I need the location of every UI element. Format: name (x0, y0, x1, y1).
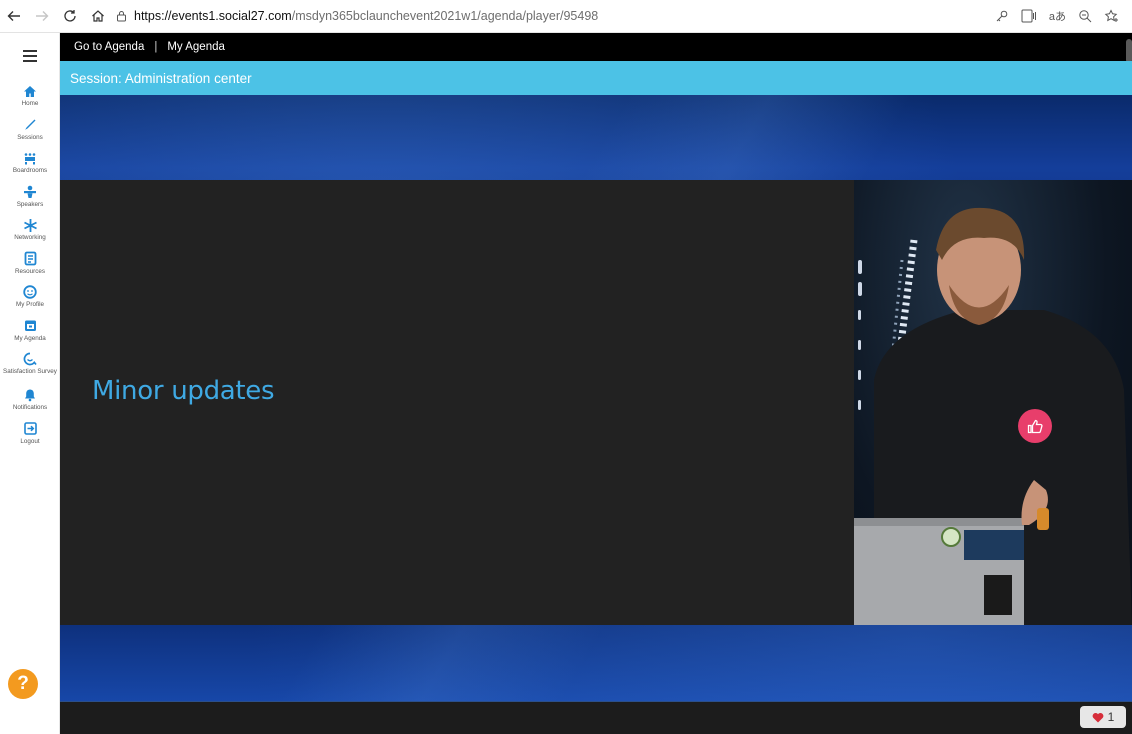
heart-count: 1 (1107, 710, 1115, 724)
sidebar-item-boardrooms[interactable]: Boardrooms (0, 148, 60, 182)
translate-icon[interactable]: aあ (1049, 8, 1066, 24)
browser-home-icon (92, 10, 104, 22)
left-sidebar: Home Sessions Boardrooms Speakers Networ… (0, 33, 60, 734)
heart-reaction-badge[interactable]: 1 (1080, 706, 1126, 728)
refresh-icon (64, 10, 76, 22)
nav-separator: | (154, 41, 158, 53)
home-button[interactable] (84, 2, 112, 30)
survey-icon (22, 351, 38, 367)
calendar-icon (22, 318, 38, 334)
logout-icon (22, 421, 38, 437)
sidebar-item-home[interactable]: Home (0, 81, 60, 115)
video-player[interactable]: Minor updates (60, 180, 1132, 625)
sidebar-nav: Home Sessions Boardrooms Speakers Networ… (0, 81, 60, 452)
forward-arrow-icon (36, 11, 49, 21)
url-host: https://events1.social27.com (134, 9, 292, 23)
like-button[interactable] (1018, 409, 1052, 443)
back-button[interactable] (0, 2, 28, 30)
sidebar-item-logout[interactable]: Logout (0, 419, 60, 453)
sidebar-item-notifications[interactable]: Notifications (0, 385, 60, 419)
networking-icon (22, 217, 38, 233)
address-bar[interactable]: https://events1.social27.com/msdyn365bcl… (116, 3, 985, 29)
sidebar-item-label: Boardrooms (12, 167, 48, 174)
profile-icon (22, 284, 38, 300)
sidebar-item-label: Speakers (16, 200, 44, 208)
sidebar-item-speakers[interactable]: Speakers (0, 182, 60, 216)
key-icon[interactable] (995, 9, 1009, 23)
refresh-button[interactable] (56, 2, 84, 30)
sidebar-item-networking[interactable]: Networking (0, 215, 60, 249)
menu-icon[interactable] (23, 50, 37, 62)
sidebar-item-my-agenda[interactable]: My Agenda (0, 316, 60, 350)
my-agenda-link[interactable]: My Agenda (167, 41, 225, 53)
lock-icon (116, 10, 127, 22)
sidebar-item-satisfaction-survey[interactable]: Satisfaction Survey (0, 349, 60, 385)
bell-icon (22, 387, 38, 403)
resources-icon (22, 251, 38, 267)
sidebar-item-label: Notifications (12, 404, 48, 411)
sidebar-item-label: Logout (20, 437, 40, 445)
sidebar-item-label: Sessions (17, 133, 43, 141)
speaker-camera-feed (854, 180, 1132, 625)
sidebar-item-sessions[interactable]: Sessions (0, 115, 60, 149)
pencil-icon (22, 117, 38, 133)
slide-title: Minor updates (92, 376, 275, 406)
back-arrow-icon (7, 11, 20, 21)
sidebar-item-my-profile[interactable]: My Profile (0, 282, 60, 316)
session-title-bar: Session: Administration center (60, 61, 1132, 95)
session-title: Session: Administration center (70, 70, 252, 86)
scrollbar[interactable] (1126, 39, 1132, 63)
sidebar-item-label: Networking (14, 234, 46, 241)
bottom-bar (60, 701, 1132, 734)
sidebar-item-label: Resources (14, 267, 46, 275)
sidebar-item-resources[interactable]: Resources (0, 249, 60, 283)
speaker-figure (854, 207, 1132, 625)
home-icon (22, 83, 38, 99)
go-to-agenda-link[interactable]: Go to Agenda (74, 41, 144, 53)
presentation-slide: Minor updates (60, 180, 854, 625)
browser-toolbar: https://events1.social27.com/msdyn365bcl… (0, 0, 1132, 33)
heart-icon (1092, 712, 1104, 722)
sidebar-item-label: Home (21, 100, 39, 107)
speaker-icon (22, 184, 38, 200)
boardroom-icon (22, 150, 38, 166)
help-button[interactable]: ? (8, 669, 38, 699)
sidebar-item-label: Satisfaction Survey (3, 368, 57, 375)
sidebar-item-label: My Agenda (14, 334, 46, 342)
sidebar-item-label: My Profile (16, 301, 44, 308)
zoom-icon[interactable] (1078, 9, 1092, 23)
top-nav-bar: Go to Agenda | My Agenda (60, 33, 1132, 61)
thumbs-up-icon (1027, 419, 1043, 433)
url-path: /msdyn365bclaunchevent2021w1/agenda/play… (291, 9, 599, 23)
forward-button[interactable] (28, 2, 56, 30)
read-aloud-icon[interactable] (1021, 9, 1037, 23)
favorites-icon[interactable] (1104, 9, 1120, 23)
